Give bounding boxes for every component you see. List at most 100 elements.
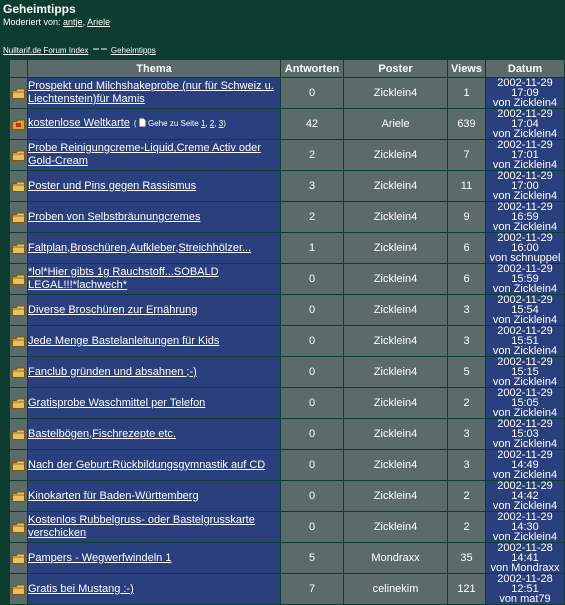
- topic-folder-icon: [12, 367, 25, 378]
- topic-link[interactable]: kostenlose Weltkarte: [28, 117, 130, 129]
- last-post-cell: 2002-11-29 15:05 von Zicklein4: [486, 387, 564, 419]
- topic-link[interactable]: Gratisprobe Waschmittel per Telefon: [28, 397, 205, 409]
- last-post-date: 2002-11-29 15:03: [497, 418, 553, 440]
- views-count: 639: [448, 109, 485, 139]
- goto-page-link[interactable]: 2: [210, 119, 214, 128]
- topic-link[interactable]: *lol*Hier gibts 1g Rauchstoff...SOBALD L…: [28, 266, 219, 291]
- breadcrumb-current[interactable]: Geheimtipps: [111, 46, 156, 55]
- replies-count: 0: [281, 326, 343, 356]
- last-post-author[interactable]: von Zicklein4: [486, 160, 564, 171]
- last-post-author[interactable]: von schnuppel: [486, 253, 564, 264]
- topic-icon-cell: [10, 109, 27, 139]
- replies-count: 1: [281, 233, 343, 263]
- last-post-cell: 2002-11-29 17:00 von Zicklein4: [486, 171, 564, 202]
- poster-name: Zicklein4: [344, 264, 447, 294]
- topic-link[interactable]: Nach der Geburt:Rückbildungsgymnastik au…: [28, 459, 265, 471]
- last-post-author[interactable]: von Zicklein4: [486, 346, 564, 357]
- last-post-cell: 2002-11-29 14:30 von Zicklein4: [486, 512, 564, 543]
- replies-count: 2: [281, 202, 343, 232]
- last-post-cell: 2002-11-29 15:15 von Zicklein4: [486, 357, 564, 388]
- table-row: Probe Reinigungcreme-Liquid,Creme Activ …: [10, 140, 564, 171]
- last-post-date: 2002-11-29 15:59: [497, 263, 553, 285]
- topic-title-cell: Gratis bei Mustang :-): [28, 574, 280, 604]
- topic-folder-icon: [12, 212, 25, 223]
- header-poster: Poster: [344, 60, 447, 77]
- topic-link[interactable]: Poster und Pins gegen Rassismus: [28, 180, 196, 192]
- last-post-author[interactable]: von Zicklein4: [486, 501, 564, 512]
- topic-link[interactable]: Probe Reinigungcreme-Liquid,Creme Activ …: [28, 142, 261, 167]
- topic-link[interactable]: Bastelbögen,Fischrezepte etc.: [28, 428, 176, 440]
- last-post-cell: 2002-11-29 15:03 von Zicklein4: [486, 418, 564, 450]
- views-count: 2: [448, 388, 485, 418]
- goto-page-link[interactable]: 3: [219, 119, 223, 128]
- last-post-date: 2002-11-29 15:05: [497, 387, 553, 409]
- replies-count: 0: [281, 264, 343, 294]
- topic-link[interactable]: Proben von Selbstbräunungcremes: [28, 211, 200, 223]
- goto-page-link[interactable]: 1: [201, 119, 205, 128]
- topic-table: Thema Antworten Poster Views Datum Prosp…: [9, 59, 565, 605]
- last-post-author[interactable]: von Zicklein4: [486, 470, 564, 481]
- poster-name: Zicklein4: [344, 171, 447, 201]
- last-post-author[interactable]: von Zicklein4: [486, 284, 564, 295]
- last-post-cell: 2002-11-29 17:09 von Zicklein4: [486, 78, 564, 109]
- topic-link[interactable]: Kinokarten für Baden-Württemberg: [28, 490, 199, 502]
- topic-title-cell: Jede Menge Bastelanleitungen für Kids: [28, 326, 280, 356]
- last-post-author[interactable]: von Zicklein4: [486, 222, 564, 233]
- topic-title-cell: Diverse Broschüren zur Ernährung: [28, 295, 280, 325]
- topic-link[interactable]: Jede Menge Bastelanleitungen für Kids: [28, 335, 219, 347]
- last-post-author[interactable]: von Zicklein4: [486, 98, 564, 109]
- topic-link[interactable]: Pampers - Wegwerfwindeln 1: [28, 552, 171, 564]
- last-post-author[interactable]: von Zicklein4: [486, 532, 564, 543]
- last-post-date: 2002-11-29 15:51: [497, 325, 553, 347]
- topic-icon-cell: [10, 78, 27, 108]
- views-count: 7: [448, 140, 485, 170]
- breadcrumb-forum-index[interactable]: Nulltarif.de Forum Index: [3, 46, 88, 55]
- topic-icon-cell: [10, 295, 27, 325]
- poster-name: Zicklein4: [344, 202, 447, 232]
- topic-link[interactable]: Diverse Broschüren zur Ernährung: [28, 304, 197, 316]
- poster-name: Zicklein4: [344, 481, 447, 511]
- table-row: Fanclub gründen und absahnen ;-) 0 Zicklei…: [10, 357, 564, 388]
- views-count: 121: [448, 574, 485, 604]
- last-post-author[interactable]: von Zicklein4: [486, 377, 564, 388]
- last-post-author[interactable]: von mat79: [486, 594, 564, 605]
- topic-link[interactable]: Gratis bei Mustang :-): [28, 583, 134, 595]
- poster-name: celinekim: [344, 574, 447, 604]
- topic-link[interactable]: Faltplan,Broschüren,Aufkleber,Streichhöl…: [28, 242, 251, 254]
- table-row: Faltplan,Broschüren,Aufkleber,Streichhöl…: [10, 233, 564, 264]
- last-post-author[interactable]: von Zicklein4: [486, 408, 564, 419]
- topic-link[interactable]: Fanclub gründen und absahnen ;-): [28, 366, 197, 378]
- topic-folder-icon: [12, 553, 25, 564]
- topic-title-cell: Prospekt und Milchshakeprobe (nur für Sc…: [28, 78, 280, 108]
- topic-link[interactable]: Prospekt und Milchshakeprobe (nur für Sc…: [28, 80, 274, 105]
- breadcrumb: Nulltarif.de Forum Index Geheimtipps: [3, 45, 565, 57]
- last-post-author[interactable]: von Zicklein4: [486, 315, 564, 326]
- replies-count: 7: [281, 574, 343, 604]
- replies-count: 3: [281, 171, 343, 201]
- topic-link[interactable]: Kostenlos Rubbelgruss- oder Bastelgrussk…: [28, 514, 255, 539]
- topic-icon-cell: [10, 388, 27, 418]
- topic-title-cell: Kinokarten für Baden-Württemberg: [28, 481, 280, 511]
- last-post-author[interactable]: von Zicklein4: [486, 129, 564, 140]
- last-post-author[interactable]: von Zicklein4: [486, 191, 564, 202]
- moderator-link-antje[interactable]: antje: [63, 17, 83, 27]
- forum-title: Geheimtipps: [3, 2, 76, 16]
- last-post-author[interactable]: von Mondraxx: [486, 563, 564, 574]
- moderator-link-ariele[interactable]: Ariele: [87, 17, 110, 27]
- last-post-author[interactable]: von Zicklein4: [486, 439, 564, 450]
- table-row: *lol*Hier gibts 1g Rauchstoff...SOBALD L…: [10, 263, 564, 295]
- poster-name: Zicklein4: [344, 450, 447, 480]
- views-count: 6: [448, 233, 485, 263]
- header-icon-col: [10, 60, 27, 77]
- topic-icon-cell: [10, 357, 27, 387]
- hot-topic-folder-icon: [12, 119, 25, 130]
- replies-count: 0: [281, 419, 343, 449]
- replies-count: 0: [281, 357, 343, 387]
- topic-folder-icon: [12, 181, 25, 192]
- last-post-date: 2002-11-29 16:59: [497, 201, 553, 223]
- header-antworten: Antworten: [281, 60, 343, 77]
- poster-name: Zicklein4: [344, 233, 447, 263]
- topic-title-cell: kostenlose Weltkarte ( Gehe zu Seite 1, 2…: [28, 109, 280, 139]
- topic-icon-cell: [10, 264, 27, 294]
- replies-count: 0: [281, 512, 343, 542]
